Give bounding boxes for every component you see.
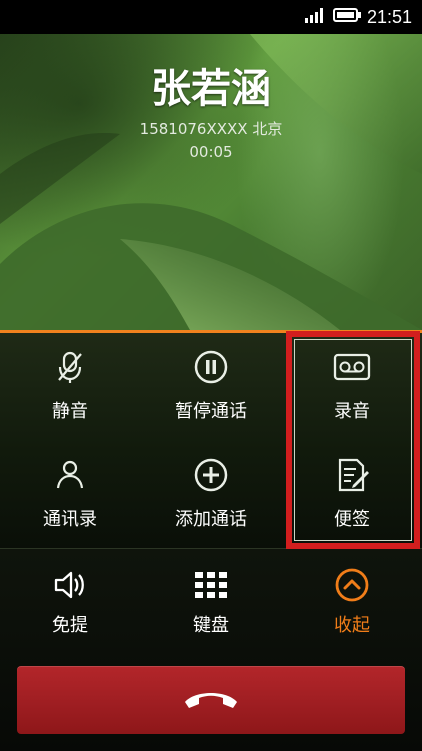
caller-name: 张若涵 [151,66,271,112]
add-call-label: 添加通话 [175,509,247,530]
hang-up-phone-icon [181,684,241,716]
pause-call-button[interactable]: 暂停通话 [141,333,281,440]
add-call-button[interactable]: 添加通话 [141,441,281,548]
contacts-button[interactable]: 通讯录 [0,441,140,548]
speaker-icon [50,565,90,605]
add-call-icon [191,455,231,495]
note-edit-icon [332,455,372,495]
mute-mic-icon [50,347,90,387]
collapse-label: 收起 [334,615,370,636]
collapse-icon [332,565,372,605]
status-time: 21:51 [366,6,412,27]
speaker-label: 免提 [52,615,88,636]
hang-up-button[interactable] [17,666,405,734]
status-bar: 21:51 [0,0,422,34]
call-duration: 00:05 [189,143,233,161]
contacts-label: 通讯录 [43,509,97,530]
signal-icon [304,7,327,27]
collapse-button[interactable]: 收起 [282,565,422,640]
keypad-label: 键盘 [193,615,229,636]
keypad-icon [191,565,231,605]
pause-icon [191,347,231,387]
battery-icon [332,7,361,27]
mute-button[interactable]: 静音 [0,333,140,440]
caller-number-location: 1581076XXXX 北京 [139,120,283,138]
mute-label: 静音 [52,401,88,422]
record-tape-icon [332,347,372,387]
keypad-button[interactable]: 键盘 [141,565,281,640]
record-button[interactable]: 录音 [282,333,422,440]
notes-button[interactable]: 便签 [282,441,422,548]
record-label: 录音 [334,401,370,422]
speaker-button[interactable]: 免提 [0,565,140,640]
notes-label: 便签 [334,509,370,530]
pause-call-label: 暂停通话 [175,401,247,422]
contacts-icon [50,455,90,495]
